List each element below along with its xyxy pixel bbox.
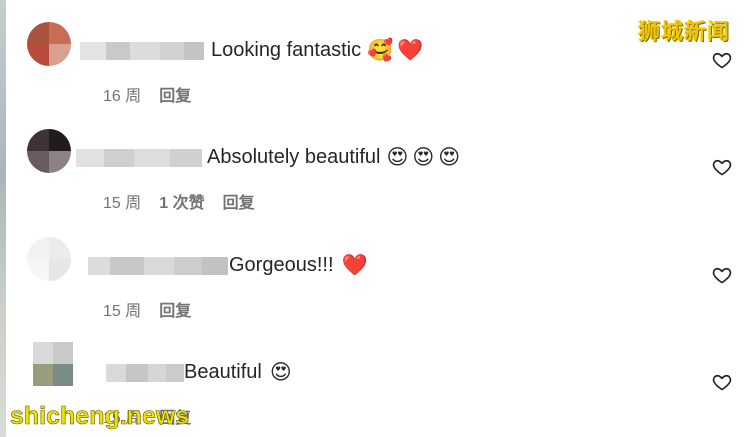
comment-text: Gorgeous!!! ❤️: [229, 252, 368, 278]
comment-meta: 15 周 回复: [103, 297, 191, 321]
reply-button[interactable]: 回复: [159, 82, 191, 106]
heart-eyes-emoji: 😍: [269, 359, 292, 384]
like-heart-icon[interactable]: [712, 50, 732, 70]
comment-item: Looking fantastic 🥰 ❤️ 16 周 回复: [0, 20, 744, 128]
avatar[interactable]: [27, 22, 71, 66]
comment-time: 15 周: [103, 303, 142, 320]
comment-text: Beautiful 😍: [184, 359, 292, 385]
red-heart-emoji: ❤️: [341, 252, 368, 277]
watermark-logo-bottom: shicheng.news: [10, 402, 190, 431]
avatar[interactable]: [27, 237, 71, 281]
username-blurred[interactable]: [88, 255, 228, 277]
comment-item: Gorgeous!!! ❤️ 15 周 回复: [0, 235, 744, 343]
username-blurred[interactable]: [80, 40, 204, 62]
comments-screenshot: Looking fantastic 🥰 ❤️ 16 周 回复 Absolutel…: [0, 0, 744, 437]
comment-meta: 15 周 1 次赞 回复: [103, 189, 255, 213]
comment-text: Absolutely beautiful 😍 😍 😍: [207, 144, 460, 170]
like-heart-icon[interactable]: [712, 372, 732, 392]
like-heart-icon[interactable]: [712, 157, 732, 177]
username-blurred[interactable]: [76, 147, 202, 169]
like-heart-icon[interactable]: [712, 265, 732, 285]
comment-body: Beautiful: [184, 361, 262, 383]
username-blurred[interactable]: [106, 362, 184, 384]
likes-count-link[interactable]: 1 次赞: [159, 189, 204, 213]
comment-body: Gorgeous!!!: [229, 254, 334, 276]
comment-text: Looking fantastic 🥰 ❤️: [211, 37, 423, 63]
avatar[interactable]: [33, 342, 73, 386]
comment-meta: 16 周 回复: [103, 82, 191, 106]
heart-eyes-emoji: 😍: [412, 144, 435, 169]
reply-button[interactable]: 回复: [159, 297, 191, 321]
reply-button[interactable]: 回复: [223, 189, 255, 213]
heart-eyes-emoji: 😍: [386, 144, 409, 169]
comment-time: 15 周: [103, 195, 142, 212]
smiling-face-with-hearts-emoji: 🥰: [367, 37, 394, 62]
avatar[interactable]: [27, 129, 71, 173]
comment-body: Absolutely beautiful: [207, 146, 381, 168]
watermark-logo-top: 狮城新闻: [637, 19, 730, 44]
comment-time: 16 周: [103, 88, 142, 105]
comment-item: Absolutely beautiful 😍 😍 😍 15 周 1 次赞 回复: [0, 127, 744, 235]
red-heart-emoji: ❤️: [397, 37, 424, 62]
heart-eyes-emoji: 😍: [438, 144, 461, 169]
comment-body: Looking fantastic: [211, 39, 362, 61]
